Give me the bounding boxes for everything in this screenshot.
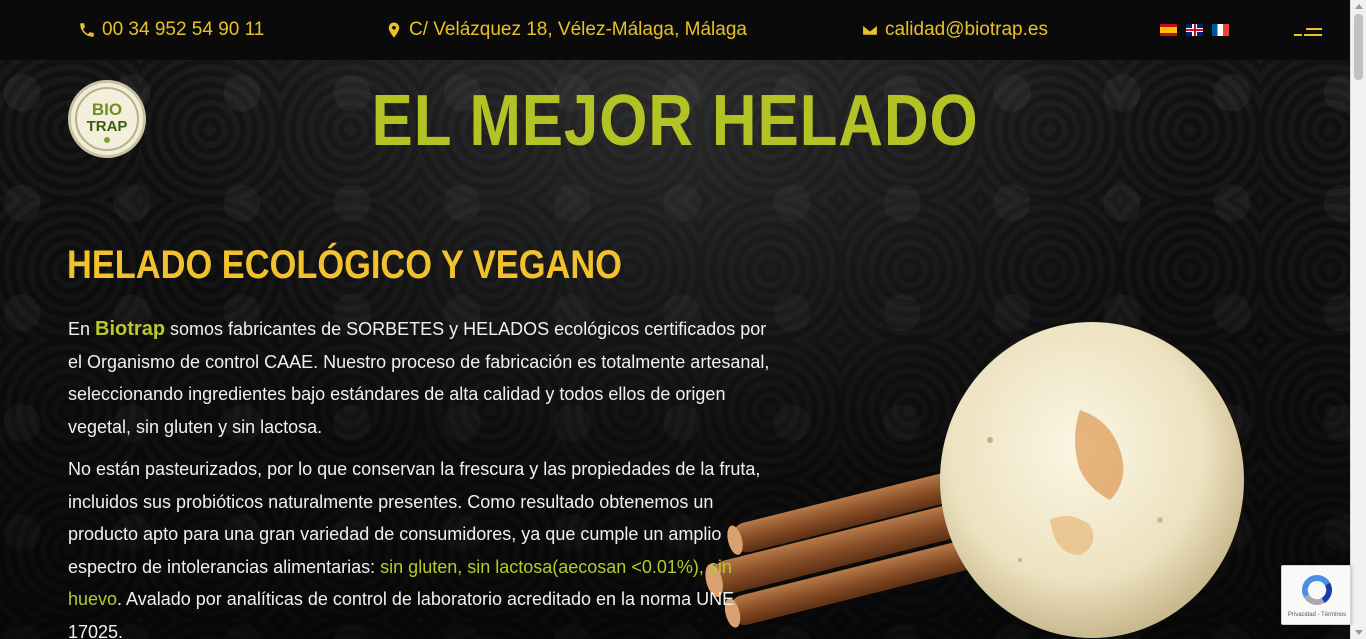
brand-name: Biotrap <box>95 318 166 340</box>
menu-icon[interactable] <box>1294 26 1322 38</box>
scroll-down-icon[interactable] <box>1355 630 1363 635</box>
address-contact[interactable]: C/ Velázquez 18, Vélez-Málaga, Málaga <box>385 19 747 41</box>
scroll-thumb[interactable] <box>1354 14 1363 80</box>
address-text[interactable]: C/ Velázquez 18, Vélez-Málaga, Málaga <box>409 19 747 41</box>
intro-text: En Biotrap somos fabricantes de SORBETES… <box>68 313 780 639</box>
phone-contact[interactable]: 00 34 952 54 90 11 <box>78 19 264 41</box>
phone-icon <box>80 23 94 37</box>
phone-number[interactable]: 00 34 952 54 90 11 <box>102 19 264 41</box>
hero-section: BIO TRAP EL MEJOR HELADO HELADO ECOLÓGIC… <box>0 60 1350 639</box>
recaptcha-icon <box>1301 575 1333 606</box>
map-marker-icon <box>388 22 400 38</box>
scroll-up-icon[interactable] <box>1355 4 1363 9</box>
main-title: EL MEJOR HELADO <box>371 81 979 161</box>
envelope-icon <box>861 24 879 36</box>
section-title: HELADO ECOLÓGICO Y VEGANO <box>67 243 622 287</box>
language-switcher <box>1160 24 1229 36</box>
page-scrollbar[interactable] <box>1350 0 1366 639</box>
paragraph-1: En Biotrap somos fabricantes de SORBETES… <box>68 318 770 437</box>
top-bar: 00 34 952 54 90 11 C/ Velázquez 18, Véle… <box>0 0 1350 60</box>
email-contact[interactable]: calidad@biotrap.es <box>861 19 1048 41</box>
flag-en-icon[interactable] <box>1186 24 1203 36</box>
paragraph-2: No están pasteurizados, por lo que conse… <box>68 459 761 639</box>
email-address[interactable]: calidad@biotrap.es <box>885 19 1048 41</box>
flag-es-icon[interactable] <box>1160 24 1177 36</box>
recaptcha-badge[interactable]: Privacidad - Términos <box>1281 565 1351 625</box>
flag-fr-icon[interactable] <box>1212 24 1229 36</box>
recaptcha-links[interactable]: Privacidad - Términos <box>1282 612 1352 618</box>
